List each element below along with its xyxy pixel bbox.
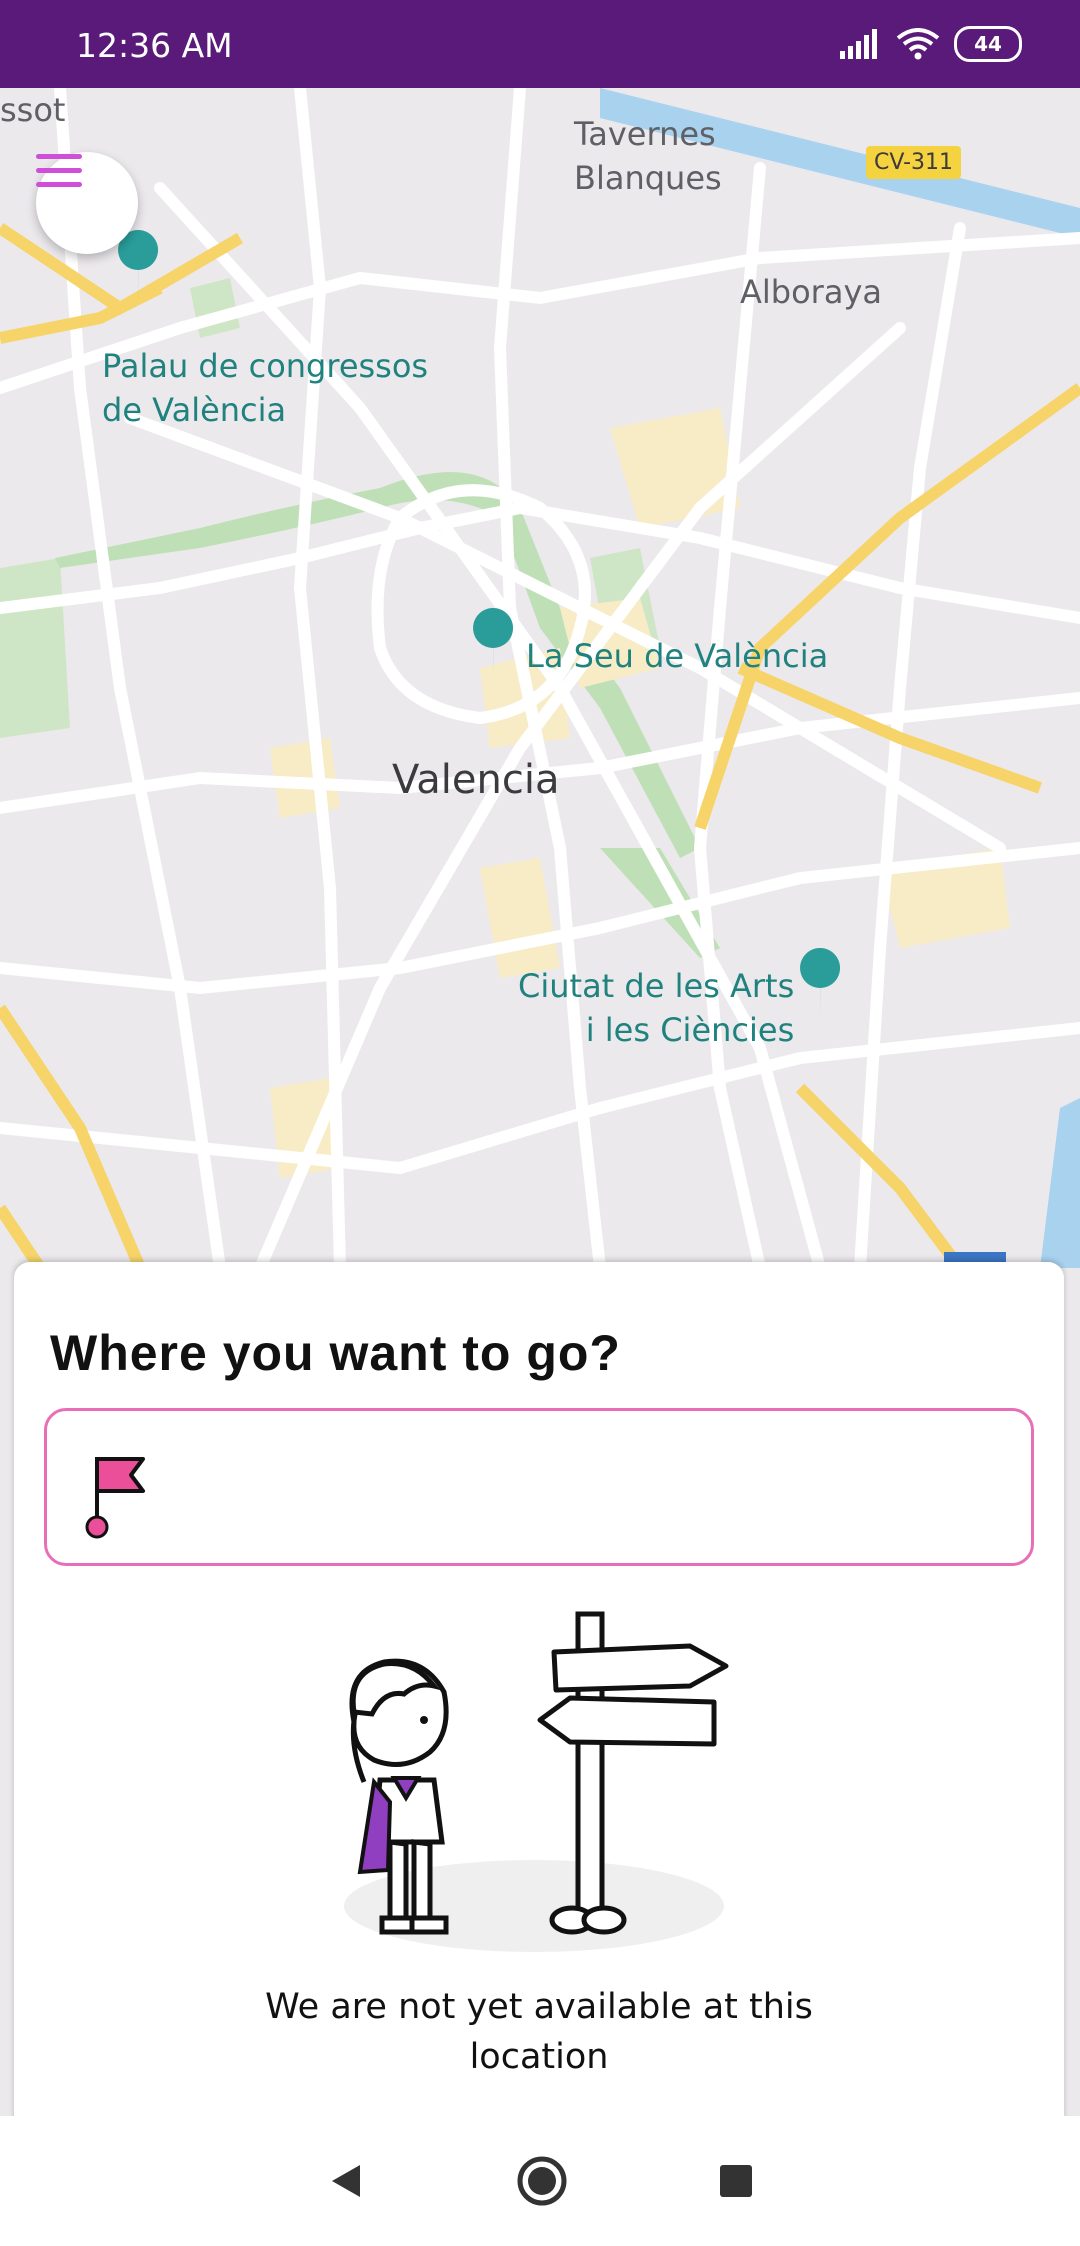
- status-icons: 44: [838, 26, 1022, 62]
- sheet-title: Where you want to go?: [50, 1325, 621, 1381]
- battery-icon: 44: [954, 26, 1022, 62]
- home-icon[interactable]: [516, 2155, 568, 2207]
- map-label-seu: La Seu de València: [526, 637, 829, 675]
- flag-icon: [85, 1457, 145, 1539]
- road-shield: CV-311: [866, 146, 962, 179]
- map-label-city: Valencia: [392, 757, 560, 803]
- map-label-alboraya: Alboraya: [740, 273, 882, 311]
- hamburger-menu-icon: [36, 154, 82, 187]
- menu-button[interactable]: [36, 152, 138, 254]
- back-icon[interactable]: [326, 2161, 366, 2201]
- status-time: 12:36 AM: [76, 26, 233, 65]
- availability-message: We are not yet available at this locatio…: [265, 1987, 813, 2077]
- signal-icon: [840, 29, 877, 59]
- status-bar: 12:36 AM 44: [0, 0, 1080, 88]
- map-label-tavernes: Tavernes Blanques: [574, 115, 722, 197]
- map-view[interactable]: ssot Tavernes Blanques CV-311 Alboraya P…: [0, 88, 1080, 1268]
- map-label-partial: ssot: [0, 91, 66, 129]
- map-canvas: [0, 88, 1080, 1268]
- destination-sheet: Where you want to go? We are not yet ava…: [14, 1262, 1064, 2122]
- recents-icon[interactable]: [718, 2163, 754, 2199]
- destination-field[interactable]: [44, 1408, 1034, 1566]
- wifi-icon: [896, 28, 940, 60]
- signpost-illustration: [344, 1611, 729, 1952]
- map-label-ciutat: Ciutat de les Arts i les Ciències: [518, 967, 795, 1049]
- destination-input[interactable]: [167, 1451, 1011, 1523]
- map-label-palau: Palau de congressos de València: [102, 347, 429, 429]
- system-nav-bar: [0, 2116, 1080, 2246]
